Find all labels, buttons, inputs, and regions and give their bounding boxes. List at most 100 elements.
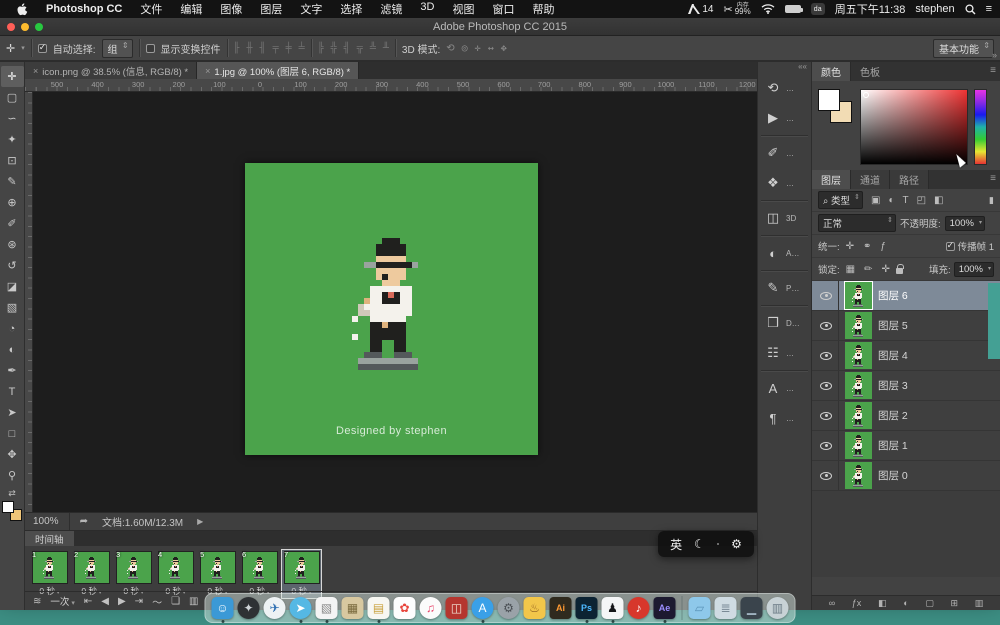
previous-frame-icon[interactable]: ◀ [101, 596, 109, 607]
moon-icon[interactable]: ☾ [694, 537, 705, 551]
swap-colors-icon[interactable]: ⇄ [8, 488, 16, 499]
notification-center-icon[interactable]: ≡ [986, 3, 992, 15]
expand-panels-icon[interactable]: «« [798, 62, 807, 71]
input-method-badge-icon[interactable]: da [810, 3, 825, 15]
type-tool[interactable]: T [1, 381, 24, 402]
layer-thumbnail[interactable] [845, 402, 872, 429]
dock-system-preferences[interactable]: ⚙ [497, 597, 520, 619]
layer-row[interactable]: 图层 5 [812, 311, 1000, 341]
saturation-brightness-box[interactable] [860, 89, 968, 165]
adjustment-layer-icon[interactable]: ◐ [903, 598, 908, 608]
auto-select-checkbox[interactable] [37, 42, 47, 53]
menu-item-7[interactable]: 3D [411, 1, 443, 17]
pen-tool[interactable]: ✒ [1, 360, 24, 381]
first-frame-icon[interactable]: ⇤ [84, 596, 92, 607]
dock-twitter[interactable]: ➤ [289, 597, 312, 623]
layer-row[interactable]: 图层 2 [812, 401, 1000, 431]
visibility-eye-icon[interactable] [820, 321, 832, 330]
visibility-eye-icon[interactable] [820, 381, 832, 390]
new-layer-icon[interactable]: ⊞ [951, 598, 959, 609]
vertical-ruler[interactable] [25, 92, 33, 512]
align-icon[interactable]: ╧ [299, 43, 305, 54]
menu-item-8[interactable]: 视图 [443, 1, 483, 17]
distribute-icon[interactable]: ╠ [318, 43, 324, 54]
3d-mode-icon[interactable]: ⟲ [446, 43, 454, 54]
crop-tool[interactable]: ⊡ [1, 150, 24, 171]
lock-all-icon[interactable] [895, 264, 904, 274]
lasso-tool[interactable]: ∽ [1, 108, 24, 129]
dock-finder[interactable]: ☺ [211, 597, 234, 623]
layer-row[interactable]: 图层 1 [812, 431, 1000, 461]
menubar-app-name[interactable]: Photoshop CC [37, 3, 131, 15]
tab-paths[interactable]: 路径 [890, 170, 929, 189]
layer-mask-icon[interactable]: ◧ [878, 598, 887, 609]
horizontal-ruler[interactable]: 500 400 300 200 100 0 100 200 300 400 500 600 700 800… [25, 79, 757, 92]
unify-icon[interactable]: ✛ [844, 241, 856, 252]
visibility-eye-icon[interactable] [820, 291, 832, 300]
dock-yellow-app[interactable]: ♨ [523, 597, 546, 619]
distribute-icon[interactable]: ╦ [357, 43, 363, 54]
align-icon[interactable]: ╪ [286, 43, 292, 54]
dock-safari[interactable]: ✈ [263, 597, 286, 619]
zoom-level-field[interactable]: 100% [25, 513, 70, 530]
link-layers-icon[interactable]: ∞ [829, 598, 835, 608]
unify-icon[interactable]: ƒ [878, 241, 888, 252]
hue-strip[interactable] [974, 89, 987, 165]
show-transform-checkbox[interactable] [145, 43, 155, 53]
status-arrow-icon[interactable]: ▶ [197, 517, 203, 526]
memory-status-item[interactable]: ✂ 内存 99% [723, 3, 750, 16]
align-icon[interactable]: ╢ [260, 43, 266, 54]
menubar-user[interactable]: stephen [915, 3, 954, 15]
distribute-icon[interactable]: ╩ [370, 43, 376, 54]
dock-folder-blue[interactable]: ▱ [688, 597, 711, 619]
path-select-tool[interactable]: ➤ [1, 402, 24, 423]
auto-select-dropdown[interactable]: 组 [101, 38, 133, 58]
history-brush-tool[interactable]: ↺ [1, 255, 24, 276]
distribute-icon[interactable]: ╬ [331, 43, 337, 54]
properties-panel-button[interactable]: ✎ P… [758, 273, 811, 303]
delete-frame-icon[interactable]: ▥ [189, 596, 198, 607]
history-panel-button[interactable]: ⟲… [758, 73, 811, 103]
character-panel-button[interactable]: A… [758, 373, 811, 403]
layer-row[interactable]: 图层 0 [812, 461, 1000, 491]
menu-item-0[interactable]: 文件 [131, 1, 171, 17]
input-language-toggle[interactable]: 英 [670, 536, 682, 553]
foreground-color-swatch[interactable] [818, 89, 840, 111]
menu-item-6[interactable]: 滤镜 [371, 1, 411, 17]
visibility-eye-icon[interactable] [820, 351, 832, 360]
shape-tool[interactable]: □ [1, 423, 24, 444]
align-icons[interactable]: ╟ ╫ ╢ ╤ ╪ ╧ [234, 43, 305, 54]
dock-launchpad[interactable]: ✦ [237, 597, 260, 619]
dock-checkered-app[interactable]: ▦ [341, 597, 364, 619]
info-panel-button[interactable]: ☷… [758, 338, 811, 368]
tab-swatches[interactable]: 色板 [851, 62, 889, 81]
clone-stamp-tool[interactable]: ⊛ [1, 234, 24, 255]
layer-filter-kind-dropdown[interactable]: ⌕ 类型 [818, 191, 863, 209]
3d-mode-icon[interactable]: ✛ [475, 43, 481, 54]
layer-filter-icon[interactable]: ◐ [886, 195, 896, 206]
filter-toggle-icon[interactable]: ▮ [989, 195, 994, 206]
visibility-eye-icon[interactable] [820, 441, 832, 450]
duplicate-frame-icon[interactable]: ❏ [171, 596, 180, 607]
visibility-eye-icon[interactable] [820, 471, 832, 480]
layer-thumbnail[interactable] [845, 432, 872, 459]
unify-icon[interactable]: ⚭ [861, 241, 873, 252]
layer-row[interactable]: 图层 6 [812, 281, 1000, 311]
dock-trash[interactable]: ▥ [766, 597, 789, 619]
delete-layer-icon[interactable]: ▥ [975, 598, 984, 609]
layer-filter-icon[interactable]: ◧ [932, 195, 945, 206]
layer-thumbnail[interactable] [845, 342, 872, 369]
layer-filter-icon[interactable]: ◰ [915, 195, 928, 206]
cc-status-item[interactable]: 14 [688, 4, 713, 15]
layer-row[interactable]: 图层 3 [812, 371, 1000, 401]
color-panel-swatches[interactable] [818, 89, 854, 125]
adjustments-panel-button[interactable]: ◐ A… [758, 238, 811, 268]
visibility-eye-icon[interactable] [820, 411, 832, 420]
workspace-dropdown[interactable]: 基本功能 [933, 38, 994, 58]
menu-item-1[interactable]: 编辑 [171, 1, 211, 17]
dock-folder-stack[interactable]: ≣ [714, 597, 737, 619]
artboard[interactable]: Designed by stephen [245, 163, 538, 455]
distribute-icon[interactable]: ╣ [344, 43, 350, 54]
spotlight-icon[interactable] [965, 3, 976, 15]
apple-menu[interactable] [8, 2, 37, 16]
